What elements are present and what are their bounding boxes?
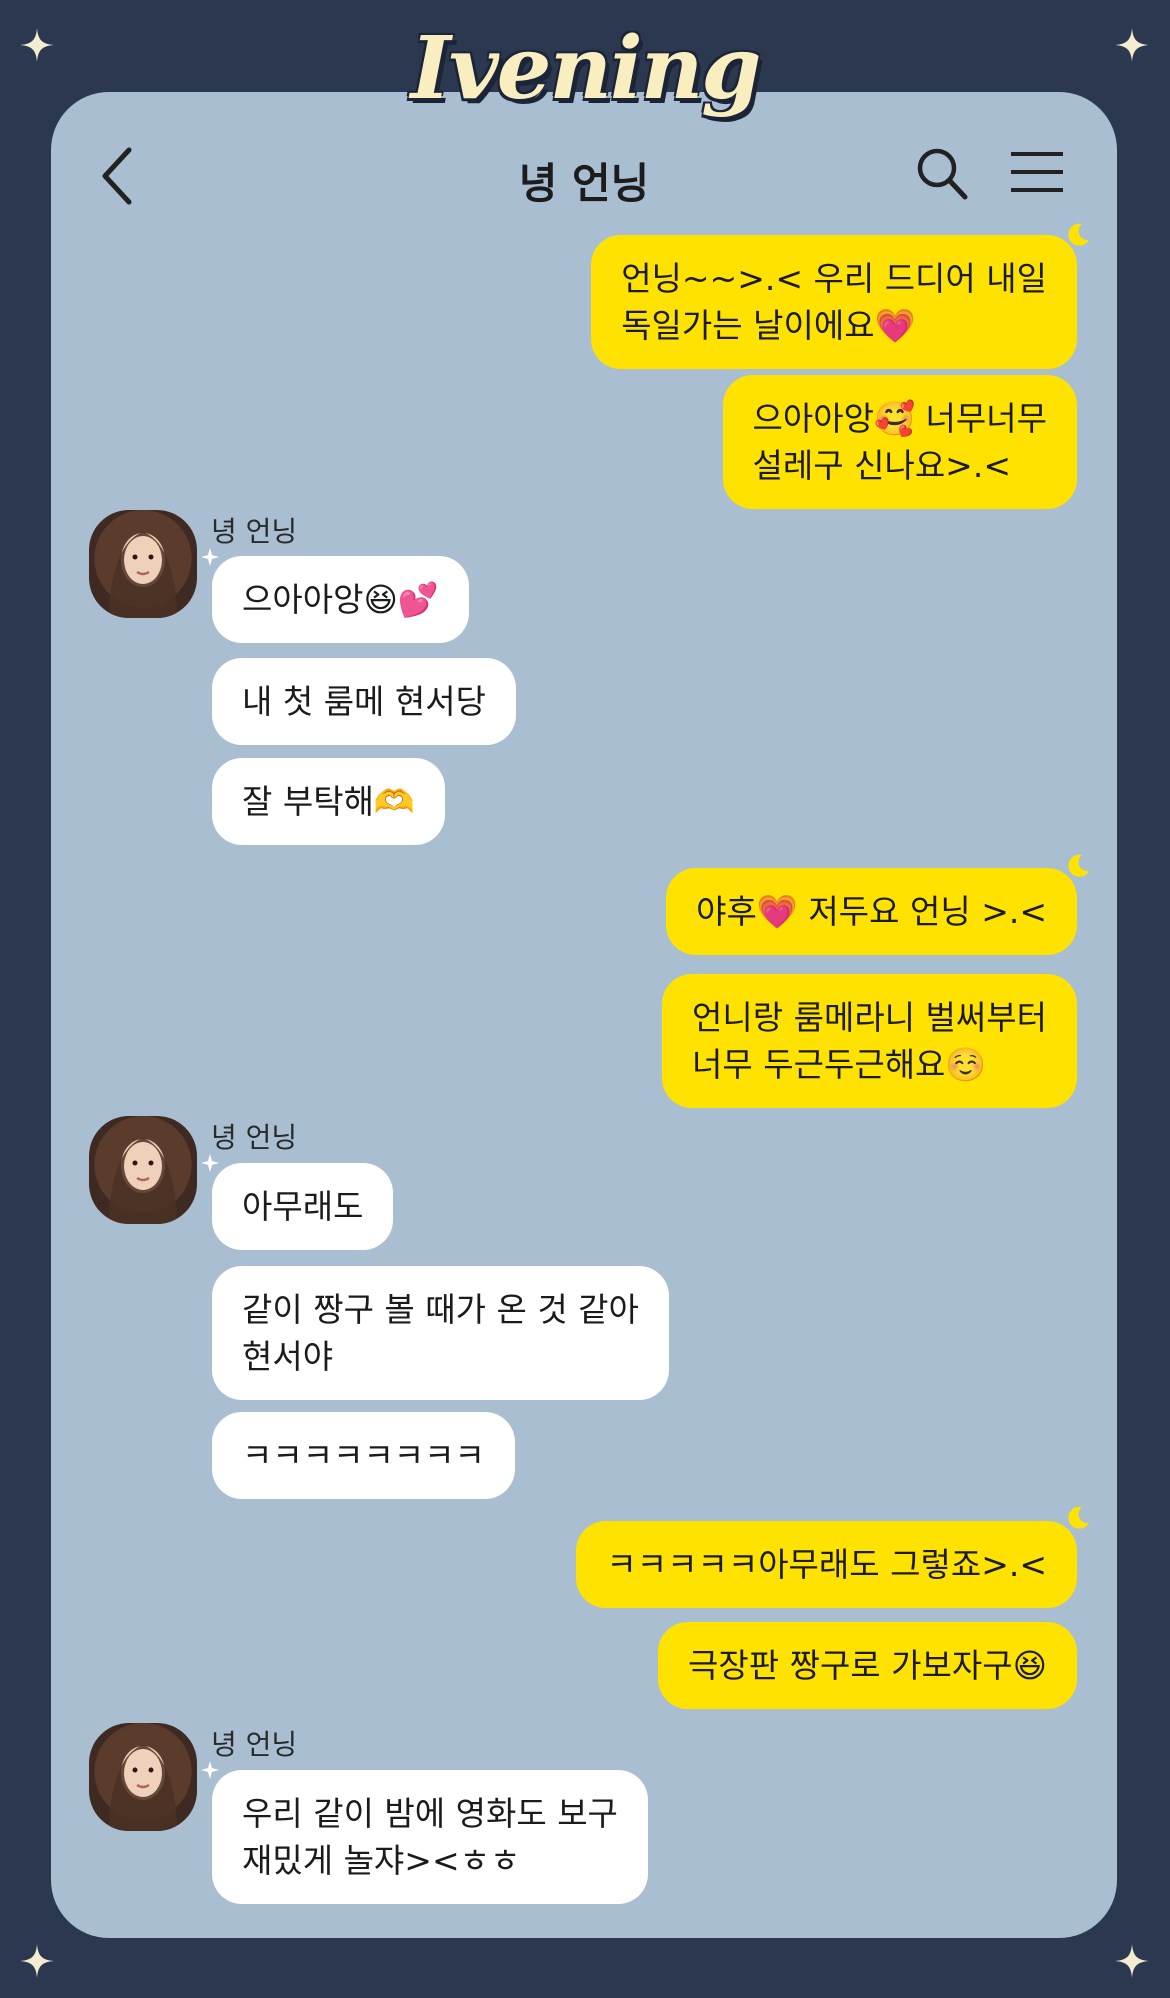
message-bubble: ㅋㅋㅋㅋㅋ아무래도 그렇죠>.< <box>576 1521 1077 1608</box>
avatar[interactable] <box>89 1116 197 1224</box>
message-bubble: 잘 부탁해🫶 <box>212 758 446 845</box>
message-line: 현서야 <box>242 1337 334 1376</box>
moon-icon <box>1068 1506 1090 1530</box>
message-bubble: 아무래도 <box>212 1163 394 1250</box>
search-button[interactable] <box>913 144 969 202</box>
brand-logo: Ivening <box>410 18 762 119</box>
moon-icon <box>1068 854 1090 878</box>
message-bubble: ㅋㅋㅋㅋㅋㅋㅋㅋ <box>212 1412 515 1499</box>
star-icon <box>201 1154 219 1172</box>
message-line: 언닝~~>.< 우리 드디어 내일 <box>621 259 1047 298</box>
sender-name: 녕 언닝 <box>211 1121 298 1154</box>
message-line: 잘 부탁해🫶 <box>242 782 416 821</box>
moon-icon <box>1068 223 1090 247</box>
message-line: 독일가는 날이에요💗 <box>621 306 916 345</box>
message-bubble: 극장판 짱구로 가보자구😆 <box>658 1622 1077 1709</box>
message-line: 언니랑 룸메라니 벌써부터 <box>692 998 1047 1037</box>
sparkle-icon <box>20 1944 54 1978</box>
message-bubble: 같이 짱구 볼 때가 온 것 같아 현서야 <box>212 1266 669 1400</box>
message-line: 재밌게 놀쟈><ㅎㅎ <box>242 1841 521 1880</box>
chat-panel: 녕 언닝 언닝~~>.< 우리 드디어 내일 독일가는 날이에요💗 으아아앙🥰 … <box>51 92 1117 1938</box>
message-line: 으아아앙😆💕 <box>242 580 439 619</box>
star-icon <box>201 548 219 566</box>
message-line: 야후💗 저두요 언닝 >.< <box>696 892 1047 931</box>
message-line: 으아아앙🥰 너무너무 <box>752 399 1047 438</box>
message-line: 극장판 짱구로 가보자구😆 <box>688 1646 1047 1685</box>
message-bubble: 내 첫 룸메 현서당 <box>212 658 516 745</box>
message-line: 내 첫 룸메 현서당 <box>242 682 486 721</box>
message-line: 우리 같이 밤에 영화도 보구 <box>242 1794 618 1833</box>
avatar[interactable] <box>89 1723 197 1831</box>
message-line: 너무 두근두근해요☺️ <box>692 1045 987 1084</box>
message-bubble: 으아아앙😆💕 <box>212 556 469 643</box>
message-line: 같이 짱구 볼 때가 온 것 같아 <box>242 1290 639 1329</box>
message-line: ㅋㅋㅋㅋㅋㅋㅋㅋ <box>242 1436 485 1475</box>
message-bubble: 언닝~~>.< 우리 드디어 내일 독일가는 날이에요💗 <box>591 235 1077 369</box>
message-bubble: 야후💗 저두요 언닝 >.< <box>666 868 1077 955</box>
menu-button[interactable] <box>1009 150 1065 194</box>
message-line: 아무래도 <box>242 1187 364 1226</box>
sender-name: 녕 언닝 <box>211 515 298 548</box>
avatar[interactable] <box>89 510 197 618</box>
message-bubble: 언니랑 룸메라니 벌써부터 너무 두근두근해요☺️ <box>662 974 1077 1108</box>
message-bubble: 우리 같이 밤에 영화도 보구 재밌게 놀쟈><ㅎㅎ <box>212 1770 648 1904</box>
search-icon <box>917 148 968 200</box>
message-line: 설레구 신나요>.< <box>752 446 1011 485</box>
sparkle-icon <box>1115 1944 1149 1978</box>
message-line: ㅋㅋㅋㅋㅋ아무래도 그렇죠>.< <box>606 1545 1047 1584</box>
menu-icon <box>1011 152 1063 192</box>
message-bubble: 으아아앙🥰 너무너무 설레구 신나요>.< <box>722 375 1077 509</box>
sender-name: 녕 언닝 <box>211 1728 298 1761</box>
star-icon <box>201 1761 219 1779</box>
